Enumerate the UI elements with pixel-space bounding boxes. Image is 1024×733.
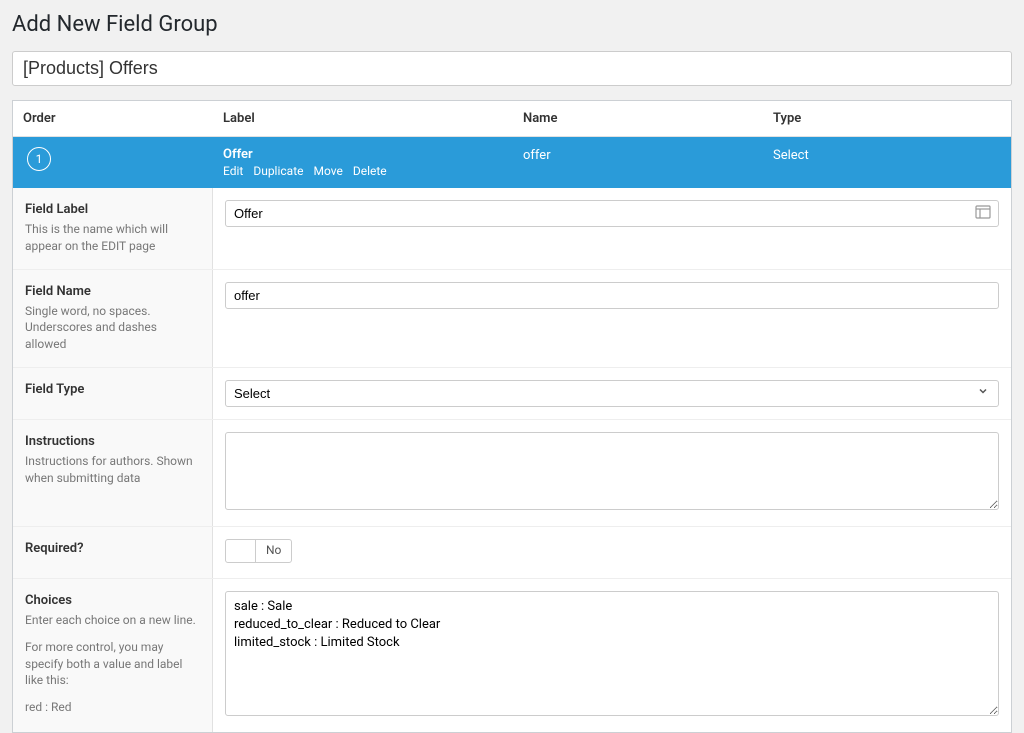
setting-title-required: Required? bbox=[25, 541, 200, 556]
picker-icon[interactable] bbox=[975, 205, 991, 223]
field-label: Offer bbox=[223, 147, 523, 162]
fields-table: Order Label Name Type 1 Offer Edit Dupli… bbox=[12, 100, 1012, 733]
col-header-name: Name bbox=[523, 111, 773, 126]
field-type-select[interactable]: Select bbox=[225, 380, 999, 407]
setting-desc-instructions: Instructions for authors. Shown when sub… bbox=[25, 453, 200, 487]
action-delete[interactable]: Delete bbox=[353, 164, 387, 178]
col-header-order: Order bbox=[23, 111, 223, 126]
action-duplicate[interactable]: Duplicate bbox=[253, 164, 303, 178]
required-toggle-label: No bbox=[256, 540, 291, 562]
order-badge[interactable]: 1 bbox=[27, 147, 51, 171]
setting-field-name: Field Name Single word, no spaces. Under… bbox=[13, 269, 1011, 367]
page-title: Add New Field Group bbox=[12, 12, 1012, 37]
setting-desc-field-name: Single word, no spaces. Underscores and … bbox=[25, 303, 200, 353]
instructions-textarea[interactable] bbox=[225, 432, 999, 510]
action-edit[interactable]: Edit bbox=[223, 164, 243, 178]
setting-field-type: Field Type Select bbox=[13, 367, 1011, 419]
setting-title-field-type: Field Type bbox=[25, 382, 200, 397]
required-toggle[interactable]: No bbox=[225, 539, 292, 563]
setting-choices: Choices Enter each choice on a new line.… bbox=[13, 578, 1011, 732]
group-title-input[interactable] bbox=[12, 51, 1012, 86]
fields-header-row: Order Label Name Type bbox=[13, 101, 1011, 137]
col-header-label: Label bbox=[223, 111, 523, 126]
setting-instructions: Instructions Instructions for authors. S… bbox=[13, 419, 1011, 526]
setting-desc-choices: Enter each choice on a new line. For mor… bbox=[25, 612, 200, 716]
choices-textarea[interactable] bbox=[225, 591, 999, 716]
field-name: offer bbox=[523, 147, 773, 163]
setting-title-instructions: Instructions bbox=[25, 434, 200, 449]
setting-title-choices: Choices bbox=[25, 593, 200, 608]
setting-desc-field-label: This is the name which will appear on th… bbox=[25, 221, 200, 255]
field-row-offer[interactable]: 1 Offer Edit Duplicate Move Delete offer… bbox=[13, 137, 1011, 188]
col-header-type: Type bbox=[773, 111, 1001, 126]
field-type: Select bbox=[773, 147, 1001, 163]
setting-title-field-label: Field Label bbox=[25, 202, 200, 217]
setting-field-label: Field Label This is the name which will … bbox=[13, 188, 1011, 269]
field-name-input[interactable] bbox=[225, 282, 999, 309]
setting-required: Required? No bbox=[13, 526, 1011, 578]
action-move[interactable]: Move bbox=[314, 164, 343, 178]
setting-title-field-name: Field Name bbox=[25, 284, 200, 299]
field-label-input[interactable] bbox=[225, 200, 999, 227]
